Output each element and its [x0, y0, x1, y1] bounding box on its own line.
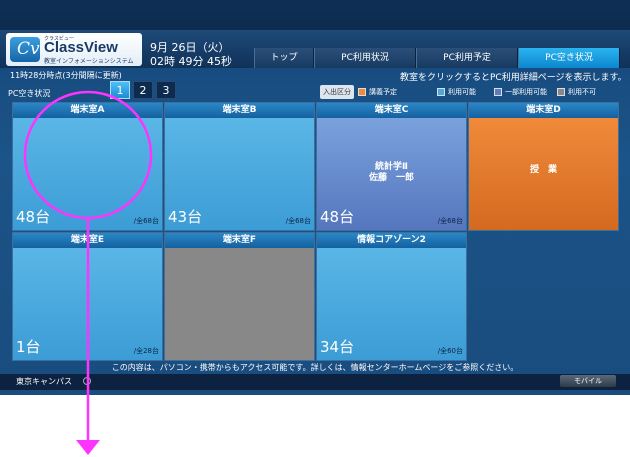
room-tile-c[interactable]: 端末室C 統計学Ⅱ 佐藤 一郎 48台 /全68台 — [316, 102, 467, 231]
total-count: /全68台 — [285, 217, 311, 225]
page-button-3[interactable]: 3 — [156, 81, 176, 99]
legend-label-class: 講義予定 — [369, 88, 397, 96]
room-body: 1台 /全28台 — [13, 248, 162, 360]
footer-bar — [0, 374, 630, 390]
campus-selector-icon[interactable] — [83, 377, 91, 385]
room-body — [165, 248, 314, 360]
total-count: /全68台 — [437, 217, 463, 225]
tab-pc-schedule[interactable]: PC利用予定 — [416, 48, 518, 68]
room-body: 統計学Ⅱ 佐藤 一郎 48台 /全68台 — [317, 118, 466, 230]
page-button-2[interactable]: 2 — [133, 81, 153, 99]
header: Cv クラスビュー ClassView 教室インフォメーションシステム 9月 2… — [0, 0, 630, 68]
legend-item-class: 講義予定 — [358, 87, 397, 97]
legend-title: 入出区分 — [320, 85, 354, 99]
available-count: 43台 — [168, 208, 203, 226]
room-name: 端末室A — [13, 103, 162, 118]
update-timestamp: 11時28分時点(3分間隔に更新) — [10, 71, 122, 80]
room-body: 43台 /全68台 — [165, 118, 314, 230]
classview-screen: Cv クラスビュー ClassView 教室インフォメーションシステム 9月 2… — [0, 0, 630, 395]
page-selector: 1 2 3 — [110, 81, 176, 99]
total-count: /全28台 — [133, 347, 159, 355]
room-body: 48台 /全68台 — [13, 118, 162, 230]
main-tabs: トップ PC利用状況 PC利用予定 PC空き状況 — [254, 48, 620, 68]
room-name: 端末室C — [317, 103, 466, 118]
tab-pc-usage[interactable]: PC利用状況 — [314, 48, 416, 68]
legend-swatch-partial — [494, 88, 502, 96]
click-hint: 教室をクリックするとPC利用詳細ページを表示します。 — [400, 73, 627, 83]
annotation-arrow-head — [76, 440, 100, 455]
legend-swatch-available — [437, 88, 445, 96]
available-count: 34台 — [320, 338, 355, 356]
room-tile-b[interactable]: 端末室B 43台 /全68台 — [164, 102, 315, 231]
pc-status-label: PC空き状況 — [8, 89, 51, 98]
room-name: 端末室F — [165, 233, 314, 248]
mobile-button[interactable]: モバイル — [560, 375, 616, 387]
legend-item-closed: 利用不可 — [557, 87, 596, 97]
room-name: 端末室E — [13, 233, 162, 248]
room-tile-d[interactable]: 端末室D 授 業 — [468, 102, 619, 231]
logo-mark-icon: Cv — [10, 37, 40, 62]
total-count: /全68台 — [133, 217, 159, 225]
room-tile-f[interactable]: 端末室F — [164, 232, 315, 361]
legend-swatch-class — [358, 88, 366, 96]
room-tile-a[interactable]: 端末室A 48台 /全68台 — [12, 102, 163, 231]
room-tile-e[interactable]: 端末室E 1台 /全28台 — [12, 232, 163, 361]
legend-swatch-closed — [557, 88, 565, 96]
class-info: 授 業 — [529, 165, 557, 175]
legend-label-available: 利用可能 — [448, 88, 476, 96]
tab-top[interactable]: トップ — [254, 48, 314, 68]
room-body: 授 業 — [469, 118, 618, 230]
current-time: 02時 49分 45秒 — [150, 55, 232, 68]
tab-pc-availability[interactable]: PC空き状況 — [518, 48, 620, 68]
campus-name[interactable]: 東京キャンパス — [16, 376, 72, 387]
classview-logo[interactable]: Cv クラスビュー ClassView 教室インフォメーションシステム — [6, 33, 142, 66]
legend-label-partial: 一部利用可能 — [505, 88, 547, 96]
class-info: 統計学Ⅱ 佐藤 一郎 — [368, 162, 414, 183]
room-name: 情報コアゾーン2 — [317, 233, 466, 248]
room-body: 34台 /全60台 — [317, 248, 466, 360]
logo-subtitle: 教室インフォメーションシステム — [44, 58, 134, 65]
total-count: /全60台 — [437, 347, 463, 355]
room-name: 端末室D — [469, 103, 618, 118]
access-notice: この内容は、パソコン・携帯からもアクセス可能です。詳しくは、情報センターホームペ… — [111, 363, 519, 372]
legend-item-partial: 一部利用可能 — [494, 87, 547, 97]
logo-name: ClassView — [44, 39, 118, 56]
legend-item-available: 利用可能 — [437, 87, 476, 97]
available-count: 1台 — [16, 338, 41, 356]
room-tile-info-core-2[interactable]: 情報コアゾーン2 34台 /全60台 — [316, 232, 467, 361]
room-name: 端末室B — [165, 103, 314, 118]
legend-label-closed: 利用不可 — [568, 88, 596, 96]
available-count: 48台 — [320, 208, 355, 226]
page-button-1[interactable]: 1 — [110, 81, 130, 99]
available-count: 48台 — [16, 208, 51, 226]
legend: 入出区分 講義予定 利用可能 一部利用可能 利用不可 — [320, 85, 606, 99]
